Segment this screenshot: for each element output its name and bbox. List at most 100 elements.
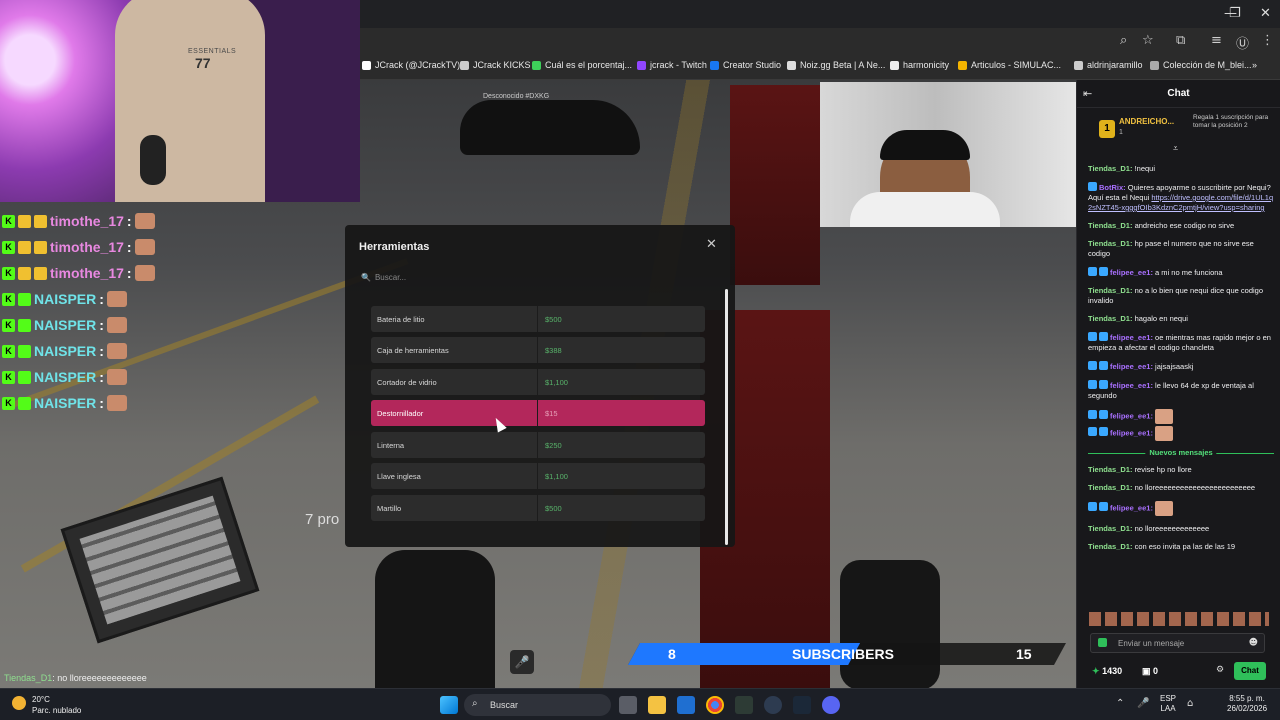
emote-bar[interactable] bbox=[1089, 612, 1269, 626]
file-explorer-icon[interactable] bbox=[648, 696, 666, 714]
app-icon[interactable] bbox=[764, 696, 782, 714]
chat-text: !nequi bbox=[1134, 164, 1155, 173]
chat-user[interactable]: Tiendas_D1: bbox=[1088, 286, 1132, 295]
chrome-icon[interactable] bbox=[706, 696, 724, 714]
emote-icon bbox=[134, 239, 155, 255]
discord-icon[interactable] bbox=[822, 696, 840, 714]
chat-user[interactable]: felipee_ee1: bbox=[1110, 333, 1153, 342]
chat-user[interactable]: felipee_ee1: bbox=[1110, 381, 1153, 390]
bookmark-item[interactable]: JCrack KICKS bbox=[460, 60, 531, 70]
microphone-tray-icon[interactable]: 🎤 bbox=[1137, 698, 1149, 709]
terminal-icon[interactable] bbox=[735, 696, 753, 714]
extensions-icon[interactable]: ⧉ bbox=[1176, 33, 1185, 48]
pinned-count: 1 bbox=[1119, 129, 1123, 136]
chat-user[interactable]: Tiendas_D1: bbox=[1088, 314, 1132, 323]
bookmark-item[interactable]: harmonicity bbox=[890, 60, 949, 70]
media-icon[interactable]: ≡ bbox=[1211, 33, 1222, 48]
chat-user[interactable]: felipee_ee1: bbox=[1110, 411, 1153, 420]
sub-badge-icon bbox=[18, 318, 31, 332]
overlay-user: Tiendas_D1 bbox=[4, 673, 53, 683]
bookmark-item[interactable]: Cuál es el porcentaj... bbox=[532, 60, 632, 70]
clock[interactable]: 8:55 p. m. 26/02/2026 bbox=[1227, 694, 1267, 714]
overlay-username: timothe_17 bbox=[50, 239, 124, 255]
close-icon[interactable]: ✕ bbox=[706, 237, 717, 252]
chat-send-button[interactable]: Chat bbox=[1234, 662, 1266, 680]
bookmark-favicon-icon bbox=[710, 60, 719, 70]
badge-picker-icon[interactable] bbox=[1098, 638, 1107, 647]
pinned-leaderboard: 1 ANDREICHO... 1 Regala 1 suscripción pa… bbox=[1077, 110, 1280, 154]
language-indicator[interactable]: ESP LAA bbox=[1160, 694, 1176, 714]
network-icon[interactable]: ⌂ bbox=[1187, 698, 1193, 709]
profile-icon[interactable]: Ⓤ bbox=[1236, 33, 1249, 52]
channel-points[interactable]: ✦ 1430 bbox=[1092, 666, 1122, 677]
shop-item[interactable]: Llave inglesa $1,100 bbox=[371, 463, 705, 489]
show-hidden-icons-icon[interactable]: ⌃ bbox=[1116, 698, 1124, 709]
item-divider bbox=[537, 495, 538, 521]
sub-badge-icon bbox=[1099, 380, 1108, 389]
taskbar-search[interactable]: ⌕ Buscar bbox=[464, 694, 611, 716]
shop-item[interactable]: Martillo $500 bbox=[371, 495, 705, 521]
chat-text: con eso invita pa las de las 19 bbox=[1134, 542, 1236, 551]
bookmark-item[interactable]: aldrinjaramillo bbox=[1074, 60, 1143, 70]
steam-icon[interactable] bbox=[793, 696, 811, 714]
kick-badge-icon: K bbox=[2, 240, 15, 254]
chat-user[interactable]: Tiendas_D1: bbox=[1088, 465, 1132, 474]
maximize-icon[interactable]: ❐ bbox=[1229, 6, 1241, 21]
chat-message-input[interactable]: Enviar un mensaje ☻ bbox=[1090, 633, 1265, 653]
weather-widget[interactable]: 20°C Parc. nublado bbox=[12, 694, 81, 716]
zoom-icon[interactable]: ⌕ bbox=[1120, 33, 1127, 48]
shop-item[interactable]: Caja de herramientas $388 bbox=[371, 337, 705, 363]
chat-user[interactable]: Tiendas_D1: bbox=[1088, 221, 1132, 230]
bookmark-item[interactable]: Noiz.gg Beta | A Ne... bbox=[787, 60, 885, 70]
chat-user[interactable]: felipee_ee1: bbox=[1110, 268, 1153, 277]
chat-user[interactable]: BotRix: bbox=[1099, 183, 1126, 192]
chat-user[interactable]: felipee_ee1: bbox=[1110, 503, 1153, 512]
more-bookmarks-icon[interactable]: » bbox=[1252, 60, 1257, 70]
clock-date: 26/02/2026 bbox=[1227, 704, 1268, 713]
overlay-chat-row: K NAISPER : bbox=[2, 390, 155, 416]
new-messages-divider[interactable]: Nuevos mensajes bbox=[1088, 447, 1274, 459]
shop-item[interactable]: Bateria de litio $500 bbox=[371, 306, 705, 332]
close-window-icon[interactable]: ✕ bbox=[1260, 6, 1271, 21]
shop-item[interactable]: Cortador de vidrio $1,100 bbox=[371, 369, 705, 395]
menu-icon[interactable]: ⋮ bbox=[1261, 33, 1274, 48]
bookmark-item[interactable]: Articulos - SIMULAC... bbox=[958, 60, 1061, 70]
shop-item-selected[interactable]: Destornillador $15 bbox=[371, 400, 705, 426]
taskbar: 20°C Parc. nublado ⌕ Buscar ⌃ 🎤 ESP LAA … bbox=[0, 688, 1280, 720]
chat-user[interactable]: felipee_ee1: bbox=[1110, 362, 1153, 371]
star-icon[interactable]: ☆ bbox=[1142, 33, 1154, 48]
emote-icon bbox=[106, 291, 127, 307]
chat-user[interactable]: Tiendas_D1: bbox=[1088, 542, 1132, 551]
emote-icon bbox=[1155, 501, 1174, 516]
overlay-colon: : bbox=[99, 317, 104, 333]
expand-icon[interactable]: ⩡ bbox=[1173, 144, 1178, 154]
search-input[interactable]: 🔍 Buscar... bbox=[361, 273, 406, 282]
sub-badge-icon bbox=[1088, 380, 1097, 389]
bookmark-item[interactable]: Colección de M_blei... bbox=[1150, 60, 1252, 70]
chat-user[interactable]: Tiendas_D1: bbox=[1088, 164, 1132, 173]
mail-icon[interactable] bbox=[677, 696, 695, 714]
chat-user[interactable]: Tiendas_D1: bbox=[1088, 524, 1132, 533]
overlay-username: timothe_17 bbox=[50, 213, 124, 229]
bookmark-item[interactable]: jcrack - Twitch bbox=[637, 60, 707, 70]
gifts[interactable]: ▣ 0 bbox=[1142, 666, 1158, 677]
shop-item[interactable]: Linterna $250 bbox=[371, 432, 705, 458]
bookmark-item[interactable]: Creator Studio bbox=[710, 60, 781, 70]
sub-badge-icon bbox=[18, 344, 31, 358]
gear-icon[interactable]: ⚙ bbox=[1216, 665, 1224, 675]
chat-header: ⇤ Chat bbox=[1077, 80, 1280, 108]
chat-user[interactable]: Tiendas_D1: bbox=[1088, 239, 1132, 248]
task-view-icon[interactable] bbox=[619, 696, 637, 714]
scrollbar[interactable] bbox=[725, 289, 728, 545]
sub-badge-icon bbox=[1088, 502, 1097, 512]
guest-webcam bbox=[820, 82, 1076, 227]
start-icon[interactable] bbox=[440, 696, 458, 714]
item-divider bbox=[537, 306, 538, 332]
clock-time: 8:55 p. m. bbox=[1229, 694, 1265, 703]
emoji-icon[interactable]: ☻ bbox=[1249, 638, 1258, 648]
chat-user[interactable]: felipee_ee1: bbox=[1110, 428, 1153, 437]
bookmark-item[interactable]: JCrack (@JCrackTV)... bbox=[362, 60, 468, 70]
chat-user[interactable]: Tiendas_D1: bbox=[1088, 483, 1132, 492]
emote-icon bbox=[106, 395, 127, 411]
kick-badge-icon: K bbox=[2, 396, 15, 410]
